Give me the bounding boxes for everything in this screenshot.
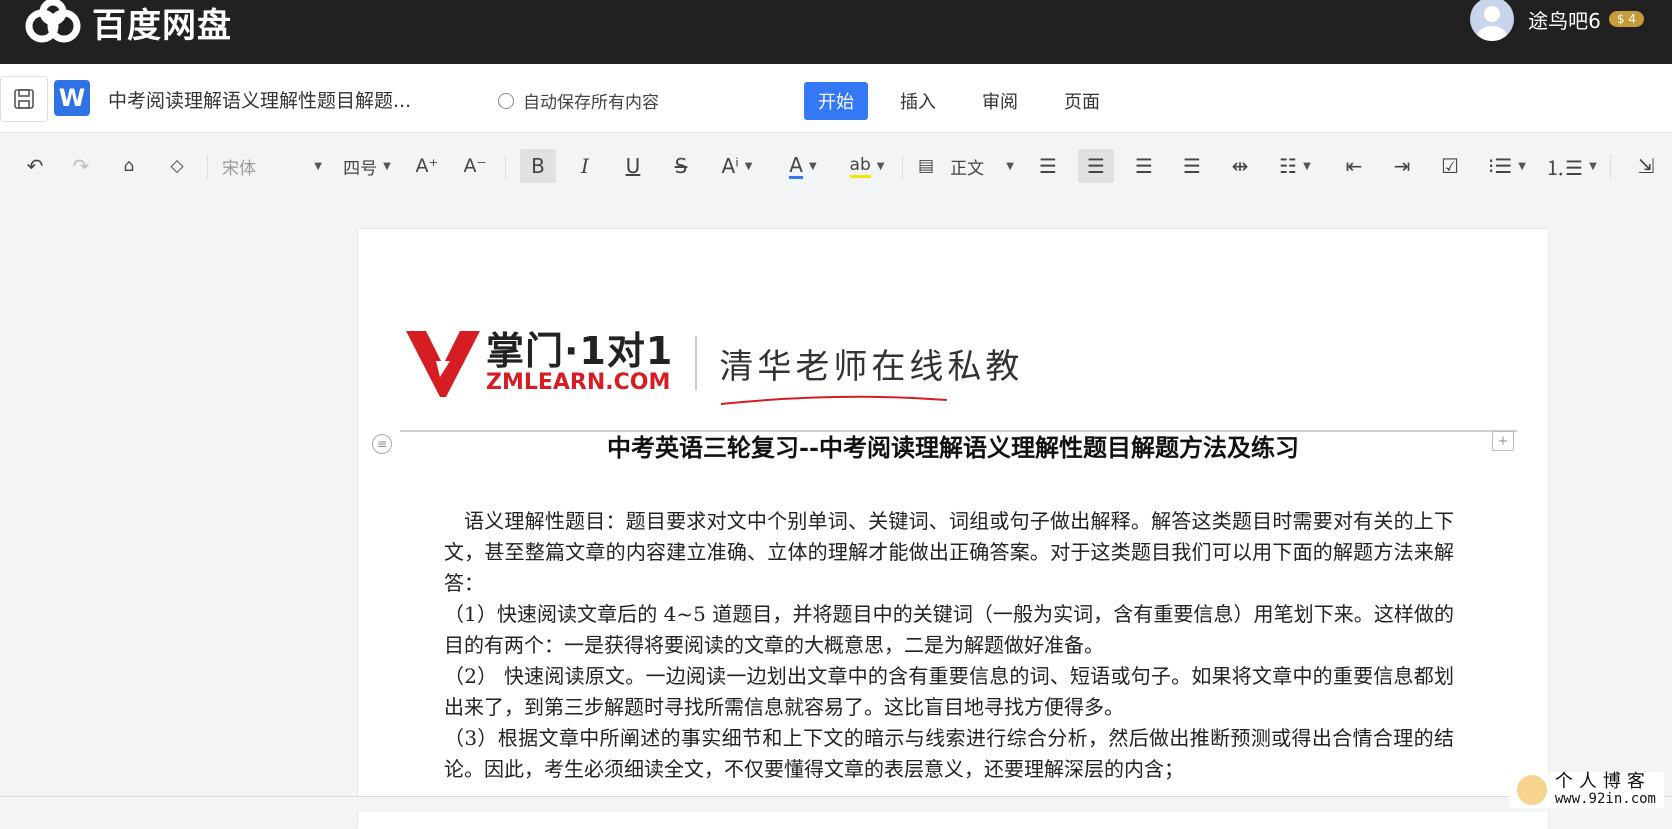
document-bar: W 中考阅读理解语义理解性题目解题... 自动保存所有内容 开始 插入 审阅 页… [0,64,1672,133]
body-paragraph[interactable]: （1）快速阅读文章后的 4~5 道题目，并将题目中的关键词（一般为实词，含有重要… [444,599,1454,661]
highlight-icon[interactable]: ab ▼ [842,149,892,183]
word-doc-icon: W [54,80,90,116]
italic-icon[interactable]: I [568,149,602,183]
font-shrink-icon[interactable]: A⁻ [458,149,492,183]
superscript-icon[interactable]: Aⁱ ▼ [712,149,762,183]
font-family-select[interactable]: 宋体 ▼ [222,149,322,183]
brand-wordmark: 掌门·1对1 ZMLEARN.COM [486,331,673,395]
checkbox-list-icon[interactable]: ☑ [1432,149,1468,183]
distribute-icon[interactable]: ⇹ [1222,149,1258,183]
brand-header-image: 掌门·1对1 ZMLEARN.COM 清华老师在线私教 [406,327,1024,405]
brand-site: ZMLEARN.COM [486,370,671,395]
bullet-list-icon[interactable]: ⁝☰ ▼ [1482,149,1532,183]
chevron-down-icon: ▼ [1589,160,1597,172]
document-heading[interactable]: 中考英语三轮复习--中考阅读理解语义理解性题目解题方法及练习 [358,428,1548,463]
font-family-value: 宋体 [222,158,256,179]
tab-review[interactable]: 审阅 [968,82,1032,120]
align-right-icon[interactable]: ☰ [1126,149,1162,183]
brand-slogan: 清华老师在线私教 [719,339,1024,405]
swoosh-decoration [721,395,948,405]
save-icon [14,89,34,109]
vip-level: 4 [1628,12,1636,26]
document-page[interactable]: 掌门·1对1 ZMLEARN.COM 清华老师在线私教 ≡ + 中考英语三轮复习… [358,229,1548,829]
brand-slogan-text: 清华老师在线私教 [719,346,1024,387]
font-size-value: 四号 [343,158,378,179]
undo-icon[interactable]: ↶ [18,149,52,183]
baidu-netdisk-logo[interactable]: 百度网盘 [24,0,232,46]
body-paragraph[interactable]: （2） 快速阅读原文。一边阅读一边划出文章中的含有重要信息的词、短语或句子。如果… [444,661,1454,723]
document-title[interactable]: 中考阅读理解语义理解性题目解题... [108,86,411,113]
brand-divider [695,336,698,390]
watermark-line1: 个人博客 [1554,771,1651,792]
format-painter-icon[interactable]: ⌂ [112,149,146,183]
chevron-down-icon: ▼ [1518,160,1526,172]
autosave-status: 自动保存所有内容 [498,88,659,113]
chevron-down-icon: ▼ [383,160,391,172]
avatar[interactable] [1470,0,1515,41]
underline-icon[interactable]: U [616,149,650,183]
eraser-icon[interactable]: ◇ [160,149,194,183]
chevron-down-icon: ▼ [1006,160,1014,172]
indent-icon[interactable]: ⇥ [1384,149,1420,183]
paragraph-style-select[interactable]: ▤ 正文 ▼ [918,149,1014,183]
redo-icon[interactable]: ↷ [64,149,98,183]
font-color-icon[interactable]: A ▼ [778,149,828,183]
justify-icon[interactable]: ☰ [1174,149,1210,183]
toolbar-divider [207,155,208,179]
toolbar-divider [1610,155,1611,179]
ribbon-tabs: 开始 插入 审阅 页面 [804,82,1132,120]
body-paragraph[interactable]: （3）根据文章中所阐述的事实细节和上下文的暗示与线索进行综合分析，然后做出推断预… [444,723,1454,785]
app-title: 百度网盘 [92,5,232,46]
check-circle-icon [498,92,514,109]
align-center-icon[interactable]: ☰ [1078,149,1114,183]
top-bar: 百度网盘 途鸟吧6 $ 4 [0,0,1672,64]
username[interactable]: 途鸟吧6 [1528,5,1601,34]
paragraph-style-value: 正文 [950,158,985,179]
line-spacing-icon[interactable]: ☷ ▼ [1270,149,1320,183]
chevron-down-icon: ▼ [744,160,753,172]
chevron-down-icon: ▼ [314,160,322,172]
bold-icon[interactable]: B [520,149,556,183]
chevron-down-icon: ▼ [876,160,885,172]
tab-insert[interactable]: 插入 [886,82,950,120]
toolbar-divider [902,155,903,179]
document-body[interactable]: 语义理解性题目：题目要求对文中个别单词、关键词、词组或句子做出解释。解答这类题目… [444,506,1454,785]
font-grow-icon[interactable]: A⁺ [410,149,444,183]
tab-start[interactable]: 开始 [804,82,868,120]
align-left-icon[interactable]: ☰ [1030,149,1066,183]
font-size-select[interactable]: 四号 ▼ [338,149,396,183]
status-bar [0,796,1672,812]
user-menu[interactable]: 途鸟吧6 $ 4 [1470,0,1644,41]
watermark-line2: www.92in.com [1554,791,1656,807]
strikethrough-icon[interactable]: S [664,149,698,183]
brand-name: 掌门·1对1 [486,329,674,373]
cloud-logo-icon [25,0,81,43]
outdent-icon[interactable]: ⇤ [1336,149,1372,183]
save-button[interactable] [0,76,48,122]
formatting-toolbar: ↶ ↷ ⌂ ◇ 宋体 ▼ 四号 ▼ A⁺ A⁻ B I U S Aⁱ ▼ A ▼ ab ▼… [0,133,1672,199]
chevron-down-icon: ▼ [808,160,817,172]
insert-icon[interactable]: ⇲ [1626,149,1666,183]
style-icon: ▤ [918,156,935,176]
watermark: 个人博客 www.92in.com [1508,771,1664,808]
zmlearn-logo-icon [406,331,480,397]
tab-page[interactable]: 页面 [1050,82,1114,120]
watermark-avatar-icon [1516,775,1547,805]
body-paragraph[interactable]: 语义理解性题目：题目要求对文中个别单词、关键词、词组或句子做出解释。解答这类题目… [444,506,1454,599]
vip-badge: $ 4 [1608,11,1644,27]
chevron-down-icon: ▼ [1303,160,1311,172]
numbered-list-icon[interactable]: ⒈☰ ▼ [1545,149,1597,183]
autosave-label: 自动保存所有内容 [523,93,659,113]
toolbar-divider [505,155,506,179]
